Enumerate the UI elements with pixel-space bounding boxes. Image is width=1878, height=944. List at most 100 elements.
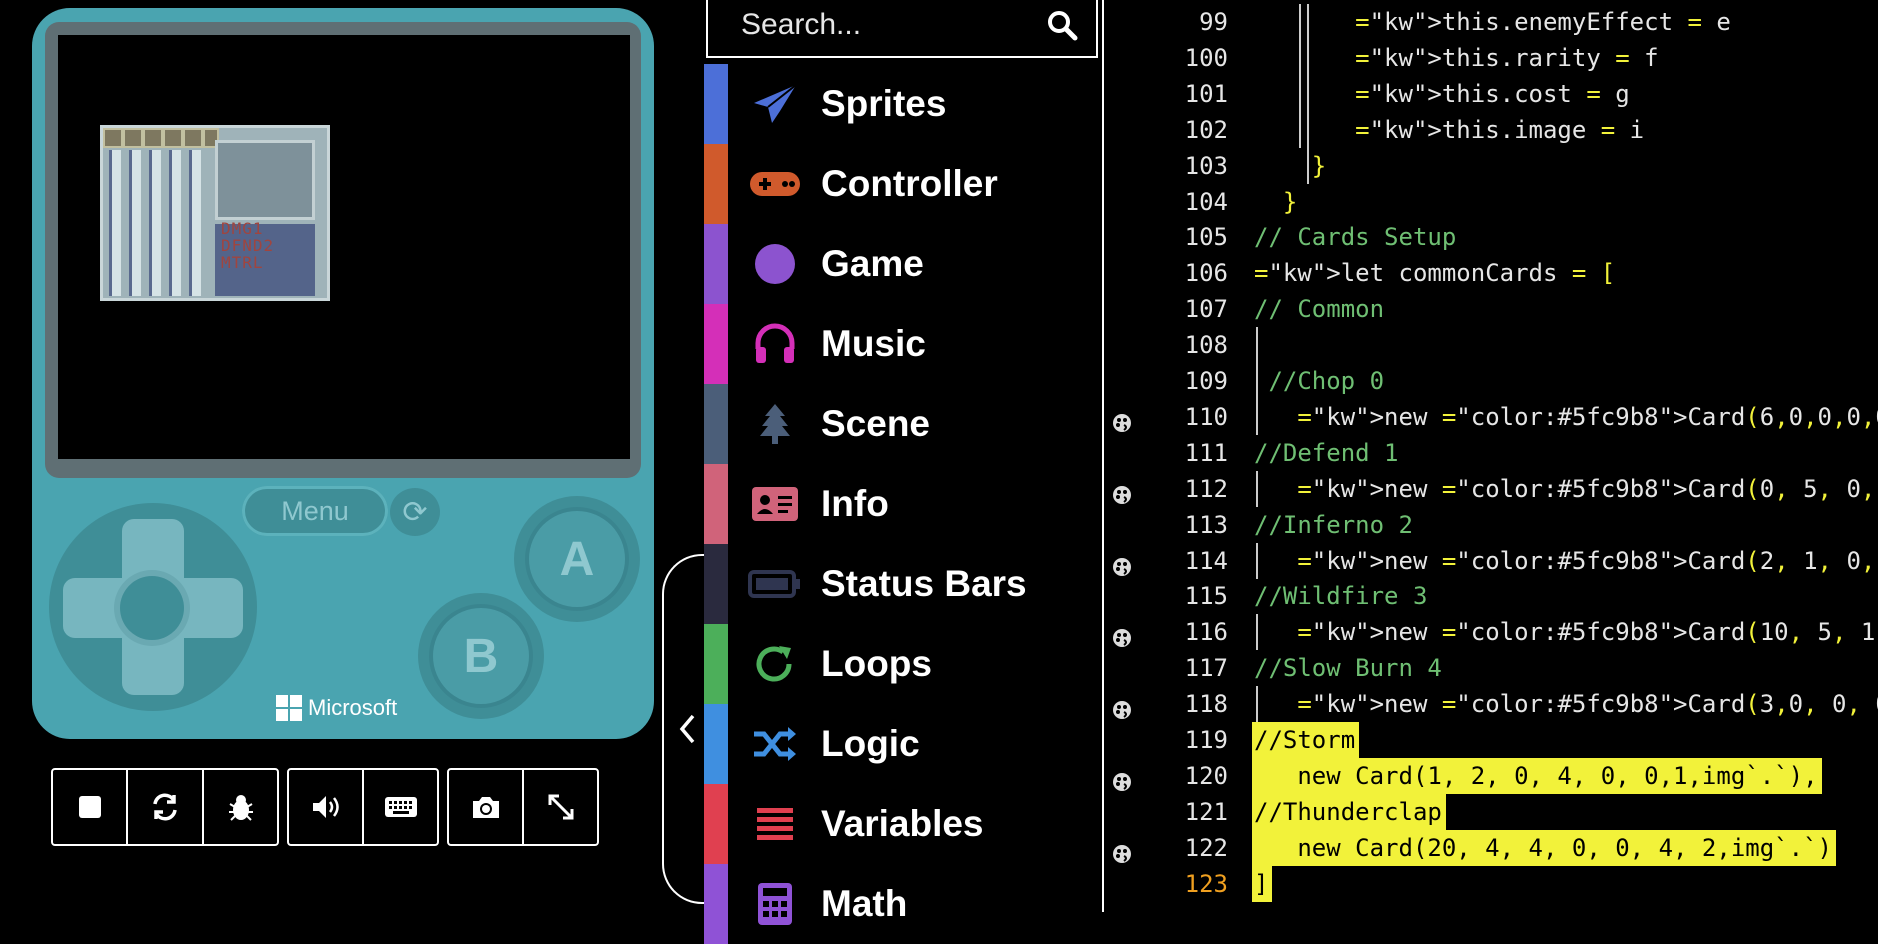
code-line[interactable]: 116 ="kw">new ="color:#5fc9b8">Card(10, 5…: [1104, 614, 1878, 651]
indent-guide: [1256, 542, 1258, 579]
toolbar-group-view: [447, 768, 599, 848]
mute-button[interactable]: [287, 768, 363, 846]
indent-guide: [1299, 111, 1302, 148]
code-line[interactable]: 122 new Card(20, 4, 4, 0, 0, 4, 2,img`.`): [1104, 829, 1878, 866]
indent-guide: [1256, 363, 1258, 399]
restart-icon: [153, 793, 177, 821]
console-restart-button[interactable]: ⟳: [390, 488, 440, 536]
code-line[interactable]: 102 ="kw">this.image = i: [1104, 111, 1878, 148]
image-editor-gutter-icon[interactable]: [1112, 766, 1132, 791]
code-line[interactable]: 105 // Cards Setup: [1104, 219, 1878, 255]
search-input[interactable]: Search...: [741, 8, 861, 42]
menu-button[interactable]: Menu: [242, 486, 388, 536]
code-line[interactable]: 118 ="kw">new ="color:#5fc9b8">Card(3,0, …: [1104, 686, 1878, 723]
code-line[interactable]: 114 ="kw">new ="color:#5fc9b8">Card(2, 1,…: [1104, 542, 1878, 579]
category-status-bars[interactable]: Status Bars: [704, 544, 1102, 624]
category-scene[interactable]: Scene: [704, 384, 1102, 464]
category-music[interactable]: Music: [704, 304, 1102, 384]
code-line[interactable]: 99 ="kw">this.enemyEffect = e: [1104, 4, 1878, 40]
category-label: Controller: [821, 163, 998, 204]
sound-icon: [312, 796, 339, 818]
code-line[interactable]: 123]: [1104, 865, 1878, 902]
image-editor-gutter-icon[interactable]: [1112, 622, 1132, 648]
code-line[interactable]: 119 //Storm: [1104, 722, 1878, 758]
line-number: 110: [1184, 402, 1228, 431]
category-variables[interactable]: Variables: [704, 784, 1102, 864]
image-editor-gutter-icon[interactable]: [1112, 694, 1132, 720]
category-logic[interactable]: Logic: [704, 704, 1102, 784]
category-sprites[interactable]: Sprites: [704, 64, 1102, 144]
category-game[interactable]: Game: [704, 224, 1102, 304]
line-number: 105: [1184, 223, 1228, 252]
category-label: Loops: [821, 643, 932, 684]
calculator-icon: [743, 882, 807, 926]
code-text: ]: [1254, 869, 1269, 898]
code-line[interactable]: 104}: [1104, 184, 1878, 220]
code-line[interactable]: 112 ="kw">new ="color:#5fc9b8">Card(0, 5,…: [1104, 470, 1878, 507]
line-number: 111: [1184, 438, 1228, 467]
category-label: Music: [821, 323, 926, 364]
toolbar-group-io: [287, 768, 439, 848]
code-text: }: [1282, 187, 1298, 216]
search-icon[interactable]: [1046, 9, 1078, 41]
screen-bezel: DMG1 DFND2 MTRL: [45, 22, 641, 478]
fullscreen-button[interactable]: [523, 768, 599, 846]
redo-icon: [743, 642, 807, 686]
code-text: //Defend 1: [1254, 438, 1399, 467]
keyboard-button[interactable]: [363, 768, 439, 846]
code-line[interactable]: 115 //Wildfire 3: [1104, 578, 1878, 614]
code-line[interactable]: 103}: [1104, 147, 1878, 184]
fullscreen-icon: [548, 794, 573, 820]
code-line[interactable]: 109 //Chop 0: [1104, 363, 1878, 399]
line-number: 113: [1184, 510, 1228, 539]
line-number: 107: [1184, 295, 1228, 324]
stop-button[interactable]: [51, 768, 127, 846]
category-info[interactable]: Info: [704, 464, 1102, 544]
code-editor[interactable]: 99 ="kw">this.enemyEffect = e 100 ="kw">thi…: [1104, 0, 1878, 912]
sprite-panel: [215, 140, 315, 220]
image-editor-gutter-icon[interactable]: [1112, 479, 1132, 504]
code-text: ="kw">new ="color:#5fc9b8">Card(2, 1, 0,…: [1297, 546, 1876, 575]
code-line[interactable]: 121 //Thunderclap: [1104, 793, 1878, 830]
line-number: 108: [1184, 331, 1228, 360]
line-number: 100: [1184, 43, 1228, 72]
screenshot-button[interactable]: [447, 768, 523, 846]
code-line[interactable]: 110 ="kw">new ="color:#5fc9b8">Card(6,0,0…: [1104, 398, 1878, 435]
refresh-icon: ⟳: [402, 495, 428, 529]
code-line[interactable]: 120 new Card(1, 2, 0, 4, 0, 0,1,img`.`),: [1104, 757, 1878, 794]
a-button[interactable]: A: [529, 511, 625, 607]
code-line[interactable]: 106 ="kw">let commonCards = [: [1104, 255, 1878, 291]
code-text: new Card(1, 2, 0, 4, 0, 0,1,img`.`),: [1297, 761, 1818, 790]
code-text: ="kw">new ="color:#5fc9b8">Card(3,0, 0, …: [1297, 690, 1878, 719]
code-text: new Card(20, 4, 4, 0, 0, 4, 2,img`.`): [1297, 833, 1832, 862]
brand-label: Microsoft: [308, 695, 398, 720]
game-screen[interactable]: DMG1 DFND2 MTRL: [58, 35, 630, 459]
image-editor-gutter-icon[interactable]: [1112, 838, 1132, 863]
b-button[interactable]: B: [433, 608, 529, 704]
toolbox-search[interactable]: Search...: [706, 0, 1098, 58]
simulator-panel: DMG1 DFND2 MTRL Menu ⟳ A B Microsoft: [0, 0, 700, 912]
code-line[interactable]: 111 //Defend 1: [1104, 435, 1878, 471]
block-toolbox: Search... Sprites Controller Game Music …: [704, 0, 1102, 944]
category-label: Info: [821, 483, 889, 524]
category-controller[interactable]: Controller: [704, 144, 1102, 224]
debug-icon: [228, 795, 253, 821]
code-line[interactable]: 113 //Inferno 2: [1104, 507, 1878, 543]
shuffle-icon: [743, 724, 807, 764]
code-line[interactable]: 108: [1104, 327, 1878, 364]
code-line[interactable]: 100 ="kw">this.rarity = f: [1104, 39, 1878, 76]
debug-button[interactable]: [203, 768, 279, 846]
image-editor-gutter-icon[interactable]: [1112, 551, 1132, 576]
category-loops[interactable]: Loops: [704, 624, 1102, 704]
code-text: //Storm: [1254, 726, 1356, 754]
microsoft-logo-icon: [276, 695, 302, 721]
collapse-simulator-button[interactable]: [662, 554, 710, 904]
category-math[interactable]: Math: [704, 864, 1102, 944]
restart-button[interactable]: [127, 768, 203, 846]
code-line[interactable]: 107 // Common: [1104, 291, 1878, 327]
indent-guide: [1306, 4, 1309, 40]
stop-icon: [78, 796, 101, 818]
image-editor-gutter-icon[interactable]: [1112, 407, 1132, 432]
code-line[interactable]: 101 ="kw">this.cost = g: [1104, 75, 1878, 112]
code-line[interactable]: 117 //Slow Burn 4: [1104, 650, 1878, 686]
